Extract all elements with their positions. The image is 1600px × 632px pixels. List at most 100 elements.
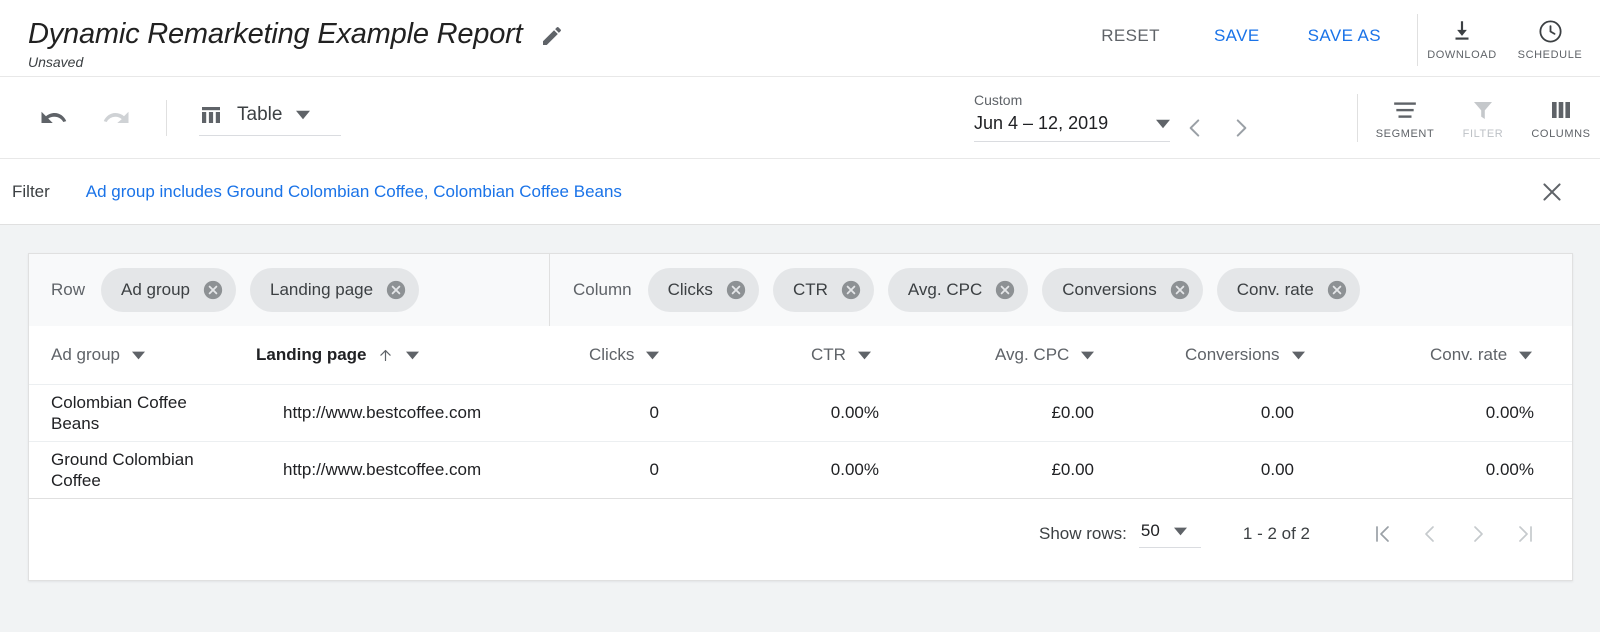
column-header-label: Ad group — [51, 345, 120, 365]
chip-label: Clicks — [668, 280, 713, 300]
date-range-value: Jun 4 – 12, 2019 — [974, 113, 1108, 134]
cell-clicks: 0 — [589, 403, 659, 423]
remove-circle-x-icon[interactable] — [994, 279, 1016, 301]
title-block: Dynamic Remarketing Example Report — [0, 0, 564, 52]
download-button[interactable]: DOWNLOAD — [1418, 16, 1506, 61]
chevron-down-icon[interactable] — [406, 349, 419, 362]
download-icon — [1449, 16, 1475, 46]
chevron-down-icon — [1174, 525, 1187, 538]
tools-divider — [1357, 94, 1358, 142]
toolbar-right-tools: SEGMENT FILTER COLUMNS — [1357, 77, 1600, 159]
chip-ctr[interactable]: CTR — [773, 268, 874, 312]
chevron-down-icon[interactable] — [858, 349, 871, 362]
column-header-label: Conversions — [1185, 345, 1280, 365]
chip-conversions[interactable]: Conversions — [1042, 268, 1203, 312]
chip-label: Avg. CPC — [908, 280, 982, 300]
chip-label: Conversions — [1062, 280, 1157, 300]
cell-conversions: 0.00 — [1169, 403, 1294, 423]
report-page: Dynamic Remarketing Example Report Unsav… — [0, 0, 1600, 632]
chevron-left-icon[interactable] — [1172, 105, 1218, 151]
chip-landing-page[interactable]: Landing page — [250, 268, 419, 312]
date-range-type: Custom — [974, 91, 1170, 109]
pencil-icon[interactable] — [540, 24, 564, 48]
columns-label: COLUMNS — [1531, 128, 1590, 140]
chevron-down-icon — [1156, 117, 1170, 131]
last-page-icon[interactable] — [1502, 510, 1550, 558]
pivot-column-label: Column — [573, 280, 632, 300]
cell-clicks: 0 — [589, 460, 659, 480]
view-toolbar: Table Custom Jun 4 – 12, 2019 — [0, 77, 1600, 159]
remove-circle-x-icon[interactable] — [1169, 279, 1191, 301]
remove-circle-x-icon[interactable] — [725, 279, 747, 301]
save-as-button[interactable]: SAVE AS — [1300, 22, 1389, 50]
chevron-down-icon[interactable] — [132, 349, 145, 362]
show-rows-label: Show rows: — [1039, 524, 1127, 544]
cell-landing-page: http://www.bestcoffee.com — [283, 403, 481, 423]
view-type-select[interactable]: Table — [199, 99, 341, 136]
filter-bar: Filter Ad group includes Ground Colombia… — [0, 159, 1600, 225]
chevron-down-icon — [296, 108, 310, 122]
first-page-icon[interactable] — [1358, 510, 1406, 558]
filter-expression-link[interactable]: Ad group includes Ground Colombian Coffe… — [86, 182, 622, 202]
segment-button[interactable]: SEGMENT — [1366, 96, 1444, 140]
column-header-conv-rate[interactable]: Conv. rate — [1430, 345, 1532, 365]
remove-circle-x-icon[interactable] — [1326, 279, 1348, 301]
column-header-landing-page[interactable]: Landing page — [256, 345, 419, 365]
cell-avg-cpc: £0.00 — [959, 460, 1094, 480]
cell-ctr: 0.00% — [769, 403, 879, 423]
date-range-value-row[interactable]: Jun 4 – 12, 2019 — [974, 113, 1170, 142]
table-row[interactable]: Colombian Coffee Beans http://www.bestco… — [29, 384, 1572, 441]
column-header-clicks[interactable]: Clicks — [589, 345, 659, 365]
pivot-row-section: Row Ad group Landing page — [29, 254, 550, 326]
filter-button[interactable]: FILTER — [1444, 96, 1522, 140]
pivot-column-section: Column Clicks CTR Avg. CPC — [550, 254, 1572, 326]
cell-ad-group: Ground Colombian Coffee — [51, 449, 211, 491]
filter-bar-label: Filter — [12, 182, 50, 202]
save-button[interactable]: SAVE — [1206, 22, 1268, 50]
report-body: Row Ad group Landing page — [0, 225, 1600, 632]
chip-avg-cpc[interactable]: Avg. CPC — [888, 268, 1028, 312]
funnel-icon — [1471, 96, 1495, 124]
column-header-label: Clicks — [589, 345, 634, 365]
filter-label: FILTER — [1463, 128, 1504, 140]
close-x-icon[interactable] — [1532, 172, 1572, 212]
chip-ad-group[interactable]: Ad group — [101, 268, 236, 312]
chip-label: Ad group — [121, 280, 190, 300]
date-range-picker[interactable]: Custom Jun 4 – 12, 2019 — [974, 91, 1170, 142]
chevron-down-icon[interactable] — [646, 349, 659, 362]
chip-label: Landing page — [270, 280, 373, 300]
columns-button[interactable]: COLUMNS — [1522, 96, 1600, 140]
pivot-config-row: Row Ad group Landing page — [29, 254, 1572, 326]
cell-ctr: 0.00% — [769, 460, 879, 480]
segment-lines-icon — [1392, 96, 1418, 124]
column-header-ctr[interactable]: CTR — [811, 345, 871, 365]
prev-page-icon[interactable] — [1406, 510, 1454, 558]
schedule-button[interactable]: SCHEDULE — [1506, 16, 1594, 61]
chevron-down-icon[interactable] — [1081, 349, 1094, 362]
segment-label: SEGMENT — [1376, 128, 1435, 140]
reset-button[interactable]: RESET — [1093, 22, 1168, 50]
pivot-row-label: Row — [51, 280, 85, 300]
column-header-label: Landing page — [256, 345, 367, 365]
rows-per-page-select[interactable]: 50 — [1139, 519, 1201, 548]
chip-conv-rate[interactable]: Conv. rate — [1217, 268, 1360, 312]
chevron-down-icon[interactable] — [1519, 349, 1532, 362]
clock-icon — [1537, 16, 1564, 46]
next-page-icon[interactable] — [1454, 510, 1502, 558]
table-grid-icon — [199, 103, 223, 127]
redo-arrow-icon — [96, 98, 136, 138]
undo-arrow-icon[interactable] — [34, 98, 74, 138]
chip-label: Conv. rate — [1237, 280, 1314, 300]
chevron-down-icon[interactable] — [1292, 349, 1305, 362]
cell-landing-page: http://www.bestcoffee.com — [283, 460, 481, 480]
remove-circle-x-icon[interactable] — [385, 279, 407, 301]
column-header-ad-group[interactable]: Ad group — [51, 345, 145, 365]
chevron-right-icon[interactable] — [1218, 105, 1264, 151]
chip-clicks[interactable]: Clicks — [648, 268, 759, 312]
column-header-label: CTR — [811, 345, 846, 365]
column-header-conversions[interactable]: Conversions — [1185, 345, 1305, 365]
remove-circle-x-icon[interactable] — [202, 279, 224, 301]
remove-circle-x-icon[interactable] — [840, 279, 862, 301]
table-row[interactable]: Ground Colombian Coffee http://www.bestc… — [29, 441, 1572, 498]
column-header-avg-cpc[interactable]: Avg. CPC — [995, 345, 1094, 365]
